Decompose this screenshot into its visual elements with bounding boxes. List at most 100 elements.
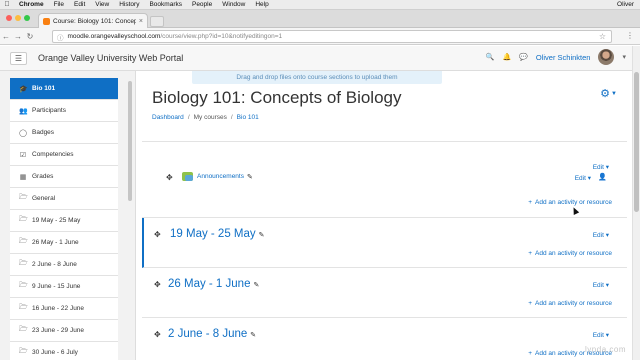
section-edit-menu[interactable]: Edit ▾ [593,163,609,171]
section-edit-menu[interactable]: Edit ▾ [593,331,609,339]
tab-strip: Course: Biology 101: Concepts × [0,10,640,28]
graduation-cap-icon: 🎓 [19,85,28,93]
browser-menu-icon[interactable]: ⋮ [626,31,634,40]
drawer-item-section-1[interactable]: 🗁 19 May - 25 May [10,210,118,232]
section-title-text[interactable]: 26 May - 1 June [168,278,250,290]
pencil-icon[interactable]: ✎ [250,332,256,339]
close-tab-icon[interactable]: × [139,18,143,25]
section-title[interactable]: 2 June - 8 June ✎ [168,328,256,340]
pencil-icon[interactable]: ✎ [247,173,253,181]
chevron-down-icon[interactable]: ▼ [611,91,617,97]
pencil-icon[interactable]: ✎ [253,282,259,289]
checkbox-icon: ☑ [19,151,27,159]
user-name[interactable]: Oliver Schinkten [536,53,591,62]
drawer-item-label: 23 June - 29 June [32,327,85,334]
hamburger-menu-icon[interactable]: ☰ [10,52,27,65]
menu-help[interactable]: Help [250,1,273,8]
page-title: Biology 101: Concepts of Biology [152,88,402,107]
drawer-item-badges[interactable]: ◯ Badges [10,122,118,144]
shield-icon: ◯ [19,129,27,137]
edit-label: Edit [592,232,604,239]
navbar-right: 🔍 🔔 💬 Oliver Schinkten ▾ [486,49,626,65]
gear-icon[interactable]: ⚙ [600,87,610,100]
drawer-scrollbar[interactable] [128,81,132,201]
section-edit-menu[interactable]: Edit ▾ [593,281,609,289]
activity-announcements[interactable]: Announcements ✎ [182,172,253,181]
drawer-item-general[interactable]: 🗁 General [10,188,118,210]
avatar[interactable] [598,49,615,65]
search-icon[interactable]: 🔍 [486,53,495,61]
new-tab-button[interactable] [150,16,164,27]
section-title-text[interactable]: 2 June - 8 June [168,328,247,340]
move-icon[interactable]: ✥ [154,330,161,339]
drawer-item-label: 9 June - 15 June [32,283,81,290]
menu-file[interactable]: File [49,1,69,8]
section-week-3: ✥ 2 June - 8 June ✎ Edit ▾ + Add an activi… [142,318,627,360]
section-title[interactable]: 26 May - 1 June ✎ [168,278,259,290]
plus-icon: + [528,199,533,206]
activity-edit-menu[interactable]: Edit ▾ [575,174,591,182]
move-icon[interactable]: ✥ [154,280,161,289]
forum-icon [182,172,193,181]
add-activity-label: Add an activity or resource [535,300,612,307]
drawer-item-participants[interactable]: 👥 Participants [10,100,118,122]
plus-icon: + [528,350,533,357]
move-icon[interactable]: ✥ [154,230,161,239]
reload-icon[interactable]: ↻ [24,32,36,41]
menu-people[interactable]: People [187,1,217,8]
menu-view[interactable]: View [90,1,114,8]
section-edit-menu[interactable]: Edit ▾ [593,231,609,239]
moodle-favicon-icon [43,17,50,25]
drawer-item-grades[interactable]: ▦ Grades [10,166,118,188]
forward-icon[interactable]: → [12,32,24,41]
browser-tab[interactable]: Course: Biology 101: Concepts × [38,13,148,28]
breadcrumb-dashboard[interactable]: Dashboard [152,114,184,121]
menu-history[interactable]: History [114,1,144,8]
menu-edit[interactable]: Edit [69,1,90,8]
section-week-1: ✥ 19 May - 25 May ✎ Edit ▾ + Add an activi… [142,218,627,268]
menu-app[interactable]: Chrome [14,1,49,8]
menu-bookmarks[interactable]: Bookmarks [144,1,187,8]
drawer-item-section-6[interactable]: 🗁 23 June - 29 June [10,320,118,342]
zoom-window-button[interactable] [24,15,30,21]
drawer-item-section-2[interactable]: 🗁 26 May - 1 June [10,232,118,254]
activity-name[interactable]: Announcements [197,173,244,180]
drawer-item-competencies[interactable]: ☑ Competencies [10,144,118,166]
mac-user-name[interactable]: Oliver [617,1,634,8]
breadcrumb-my-courses[interactable]: My courses [194,114,227,121]
drawer-item-section-7[interactable]: 🗁 30 June - 6 July [10,342,118,360]
add-activity-button[interactable]: + Add an activity or resource [528,199,612,206]
folder-icon: 🗁 [19,348,28,355]
section-title[interactable]: 19 May - 25 May ✎ [170,228,265,240]
folder-icon: 🗁 [19,260,28,267]
user-menu-caret-icon[interactable]: ▾ [622,53,626,61]
section-title-text[interactable]: 19 May - 25 May [170,228,256,240]
info-icon[interactable]: ⓘ [57,32,64,42]
site-name[interactable]: Orange Valley University Web Portal [38,53,183,63]
add-activity-button[interactable]: + Add an activity or resource [528,300,612,307]
messages-icon[interactable]: 💬 [519,53,528,61]
bookmark-star-icon[interactable]: ☆ [599,32,606,41]
page-scrollbar-thumb[interactable] [634,72,639,212]
drawer-item-section-4[interactable]: 🗁 9 June - 15 June [10,276,118,298]
back-icon[interactable]: ← [0,32,12,41]
close-window-button[interactable] [6,15,12,21]
edit-label: Edit [592,164,604,171]
drawer-item-bio-101[interactable]: 🎓 Bio 101 [10,78,118,100]
breadcrumb-separator: / [187,114,190,121]
drawer-item-label: General [32,195,56,202]
add-activity-button[interactable]: + Add an activity or resource [528,250,612,257]
breadcrumb-bio-101[interactable]: Bio 101 [237,114,259,121]
address-bar[interactable]: ⓘ moodle.orangevalleyschool.com /course/… [52,30,612,43]
page-scrollbar[interactable] [632,46,640,360]
move-icon[interactable]: ✥ [166,173,173,182]
notifications-bell-icon[interactable]: 🔔 [502,53,511,61]
folder-icon: 🗁 [19,216,28,223]
apple-icon[interactable]:  [0,1,14,8]
drawer-item-section-5[interactable]: 🗁 16 June - 22 June [10,298,118,320]
user-role-icon[interactable]: 👤 [598,173,607,181]
menu-window[interactable]: Window [217,1,250,8]
minimize-window-button[interactable] [15,15,21,21]
pencil-icon[interactable]: ✎ [259,232,265,239]
drawer-item-section-3[interactable]: 🗁 2 June - 8 June [10,254,118,276]
